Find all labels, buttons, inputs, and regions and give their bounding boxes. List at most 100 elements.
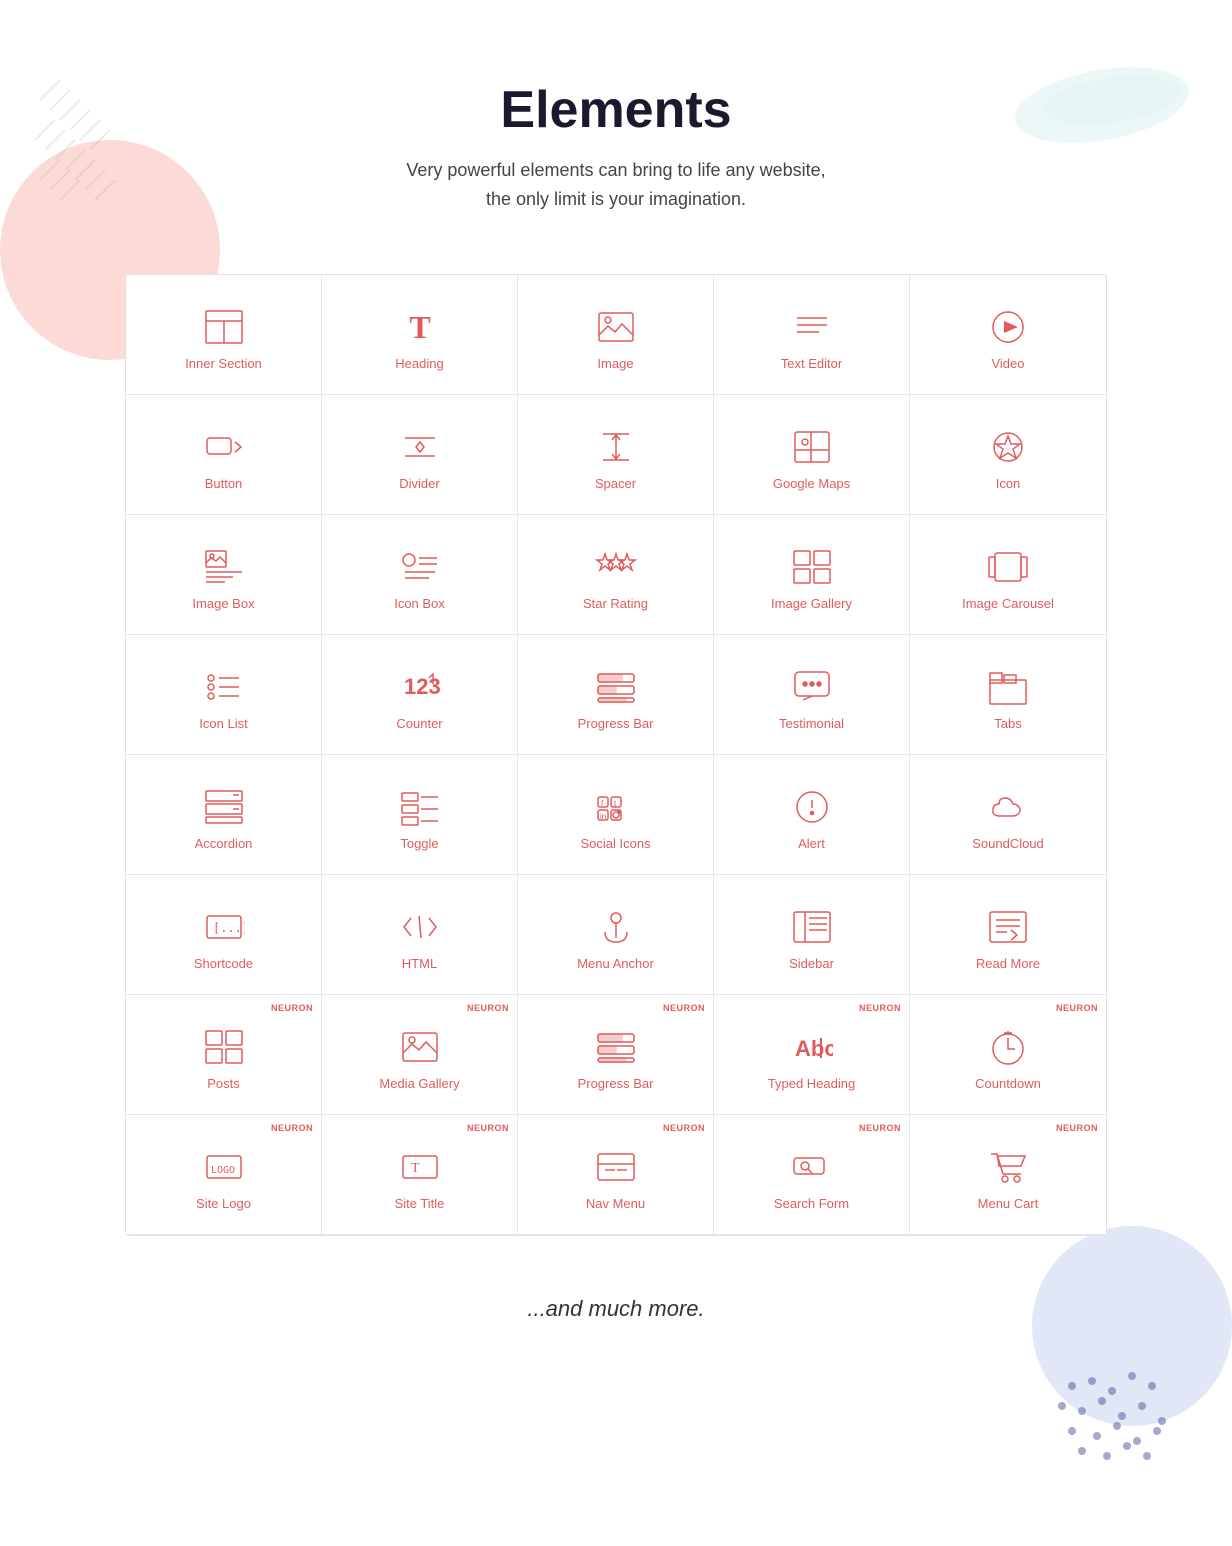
grid-item-html[interactable]: HTML	[322, 875, 518, 995]
neuron-badge: NEURON	[663, 1003, 705, 1013]
icon-posts	[203, 1028, 245, 1066]
icon-nav-menu	[595, 1148, 637, 1186]
grid-item-soundcloud[interactable]: SoundCloud	[910, 755, 1106, 875]
grid-item-video[interactable]: Video	[910, 275, 1106, 395]
neuron-badge: NEURON	[271, 1123, 313, 1133]
label-alert: Alert	[798, 836, 825, 851]
label-icon-box: Icon Box	[394, 596, 445, 611]
grid-item-media-gallery[interactable]: NEURON Media Gallery	[322, 995, 518, 1115]
neuron-badge: NEURON	[663, 1123, 705, 1133]
svg-text:Abc: Abc	[795, 1036, 833, 1061]
grid-item-icon-list[interactable]: Icon List	[126, 635, 322, 755]
icon-heading: T	[399, 308, 441, 346]
grid-item-search-form[interactable]: NEURON Search Form	[714, 1115, 910, 1235]
label-site-logo: Site Logo	[196, 1196, 251, 1211]
label-social-icons: Social Icons	[580, 836, 650, 851]
grid-item-inner-section[interactable]: Inner Section	[126, 275, 322, 395]
label-icon-list: Icon List	[199, 716, 247, 731]
grid-item-nav-menu[interactable]: NEURON Nav Menu	[518, 1115, 714, 1235]
grid-item-button[interactable]: Button	[126, 395, 322, 515]
grid-item-progress-bar[interactable]: Progress Bar	[518, 635, 714, 755]
grid-item-menu-cart[interactable]: NEURON Menu Cart	[910, 1115, 1106, 1235]
label-image: Image	[597, 356, 633, 371]
label-divider: Divider	[399, 476, 439, 491]
grid-item-google-maps[interactable]: Google Maps	[714, 395, 910, 515]
icon-typed-heading: Abc	[791, 1028, 833, 1066]
label-progress-bar: Progress Bar	[578, 716, 654, 731]
icon-image-box	[203, 548, 245, 586]
grid-item-posts[interactable]: NEURON Posts	[126, 995, 322, 1115]
icon-menu-anchor	[595, 908, 637, 946]
grid-item-sidebar[interactable]: Sidebar	[714, 875, 910, 995]
icon-menu-cart	[987, 1148, 1029, 1186]
svg-text:123: 123	[404, 674, 441, 699]
icon-progress-bar	[595, 668, 637, 706]
grid-item-counter[interactable]: 123 Counter	[322, 635, 518, 755]
grid-item-icon[interactable]: Icon	[910, 395, 1106, 515]
label-image-gallery: Image Gallery	[771, 596, 852, 611]
label-spacer: Spacer	[595, 476, 636, 491]
grid-item-toggle[interactable]: Toggle	[322, 755, 518, 875]
grid-item-heading[interactable]: T Heading	[322, 275, 518, 395]
grid-item-image-gallery[interactable]: Image Gallery	[714, 515, 910, 635]
icon-html	[399, 908, 441, 946]
svg-text:T: T	[411, 1161, 420, 1176]
grid-item-spacer[interactable]: Spacer	[518, 395, 714, 515]
label-shortcode: Shortcode	[194, 956, 253, 971]
icon-testimonial	[791, 668, 833, 706]
icon-social-icons: f t in	[595, 788, 637, 826]
label-image-carousel: Image Carousel	[962, 596, 1054, 611]
label-accordion: Accordion	[195, 836, 253, 851]
icon-icon-box	[399, 548, 441, 586]
grid-item-site-title[interactable]: NEURON T Site Title	[322, 1115, 518, 1235]
grid-item-menu-anchor[interactable]: Menu Anchor	[518, 875, 714, 995]
grid-item-accordion[interactable]: Accordion	[126, 755, 322, 875]
icon-image-carousel	[987, 548, 1029, 586]
grid-item-progress-bar-2[interactable]: NEURON Progress Bar	[518, 995, 714, 1115]
grid-item-shortcode[interactable]: [...] Shortcode	[126, 875, 322, 995]
label-html: HTML	[402, 956, 437, 971]
icon-search-form	[791, 1148, 833, 1186]
label-soundcloud: SoundCloud	[972, 836, 1044, 851]
grid-item-social-icons[interactable]: f t in Social Icons	[518, 755, 714, 875]
page-title: Elements	[500, 80, 731, 140]
icon-counter: 123	[399, 668, 441, 706]
neuron-badge: NEURON	[467, 1003, 509, 1013]
grid-item-countdown[interactable]: NEURON Countdown	[910, 995, 1106, 1115]
label-image-box: Image Box	[192, 596, 254, 611]
icon-tabs	[987, 668, 1029, 706]
grid-item-image[interactable]: Image	[518, 275, 714, 395]
label-menu-anchor: Menu Anchor	[577, 956, 654, 971]
grid-item-icon-box[interactable]: Icon Box	[322, 515, 518, 635]
page-subtitle: Very powerful elements can bring to life…	[396, 156, 836, 214]
icon-icon	[987, 428, 1029, 466]
neuron-badge: NEURON	[467, 1123, 509, 1133]
grid-item-star-rating[interactable]: Star Rating	[518, 515, 714, 635]
icon-star-rating	[595, 548, 637, 586]
label-toggle: Toggle	[400, 836, 438, 851]
grid-item-image-carousel[interactable]: Image Carousel	[910, 515, 1106, 635]
grid-item-read-more[interactable]: Read More	[910, 875, 1106, 995]
footer-text: ...and much more.	[527, 1296, 704, 1322]
label-media-gallery: Media Gallery	[379, 1076, 459, 1091]
icon-image-gallery	[791, 548, 833, 586]
icon-video	[987, 308, 1029, 346]
label-nav-menu: Nav Menu	[586, 1196, 645, 1211]
grid-item-testimonial[interactable]: Testimonial	[714, 635, 910, 755]
grid-item-image-box[interactable]: Image Box	[126, 515, 322, 635]
grid-item-text-editor[interactable]: Text Editor	[714, 275, 910, 395]
label-menu-cart: Menu Cart	[978, 1196, 1039, 1211]
page-content: Elements Very powerful elements can brin…	[0, 0, 1232, 1402]
icon-icon-list	[203, 668, 245, 706]
grid-item-tabs[interactable]: Tabs	[910, 635, 1106, 755]
grid-item-typed-heading[interactable]: NEURON Abc Typed Heading	[714, 995, 910, 1115]
grid-item-site-logo[interactable]: NEURON LOGO Site Logo	[126, 1115, 322, 1235]
icon-image	[595, 308, 637, 346]
label-read-more: Read More	[976, 956, 1040, 971]
label-button: Button	[205, 476, 243, 491]
icon-shortcode: [...]	[203, 908, 245, 946]
grid-item-divider[interactable]: Divider	[322, 395, 518, 515]
label-star-rating: Star Rating	[583, 596, 648, 611]
grid-item-alert[interactable]: Alert	[714, 755, 910, 875]
label-testimonial: Testimonial	[779, 716, 844, 731]
